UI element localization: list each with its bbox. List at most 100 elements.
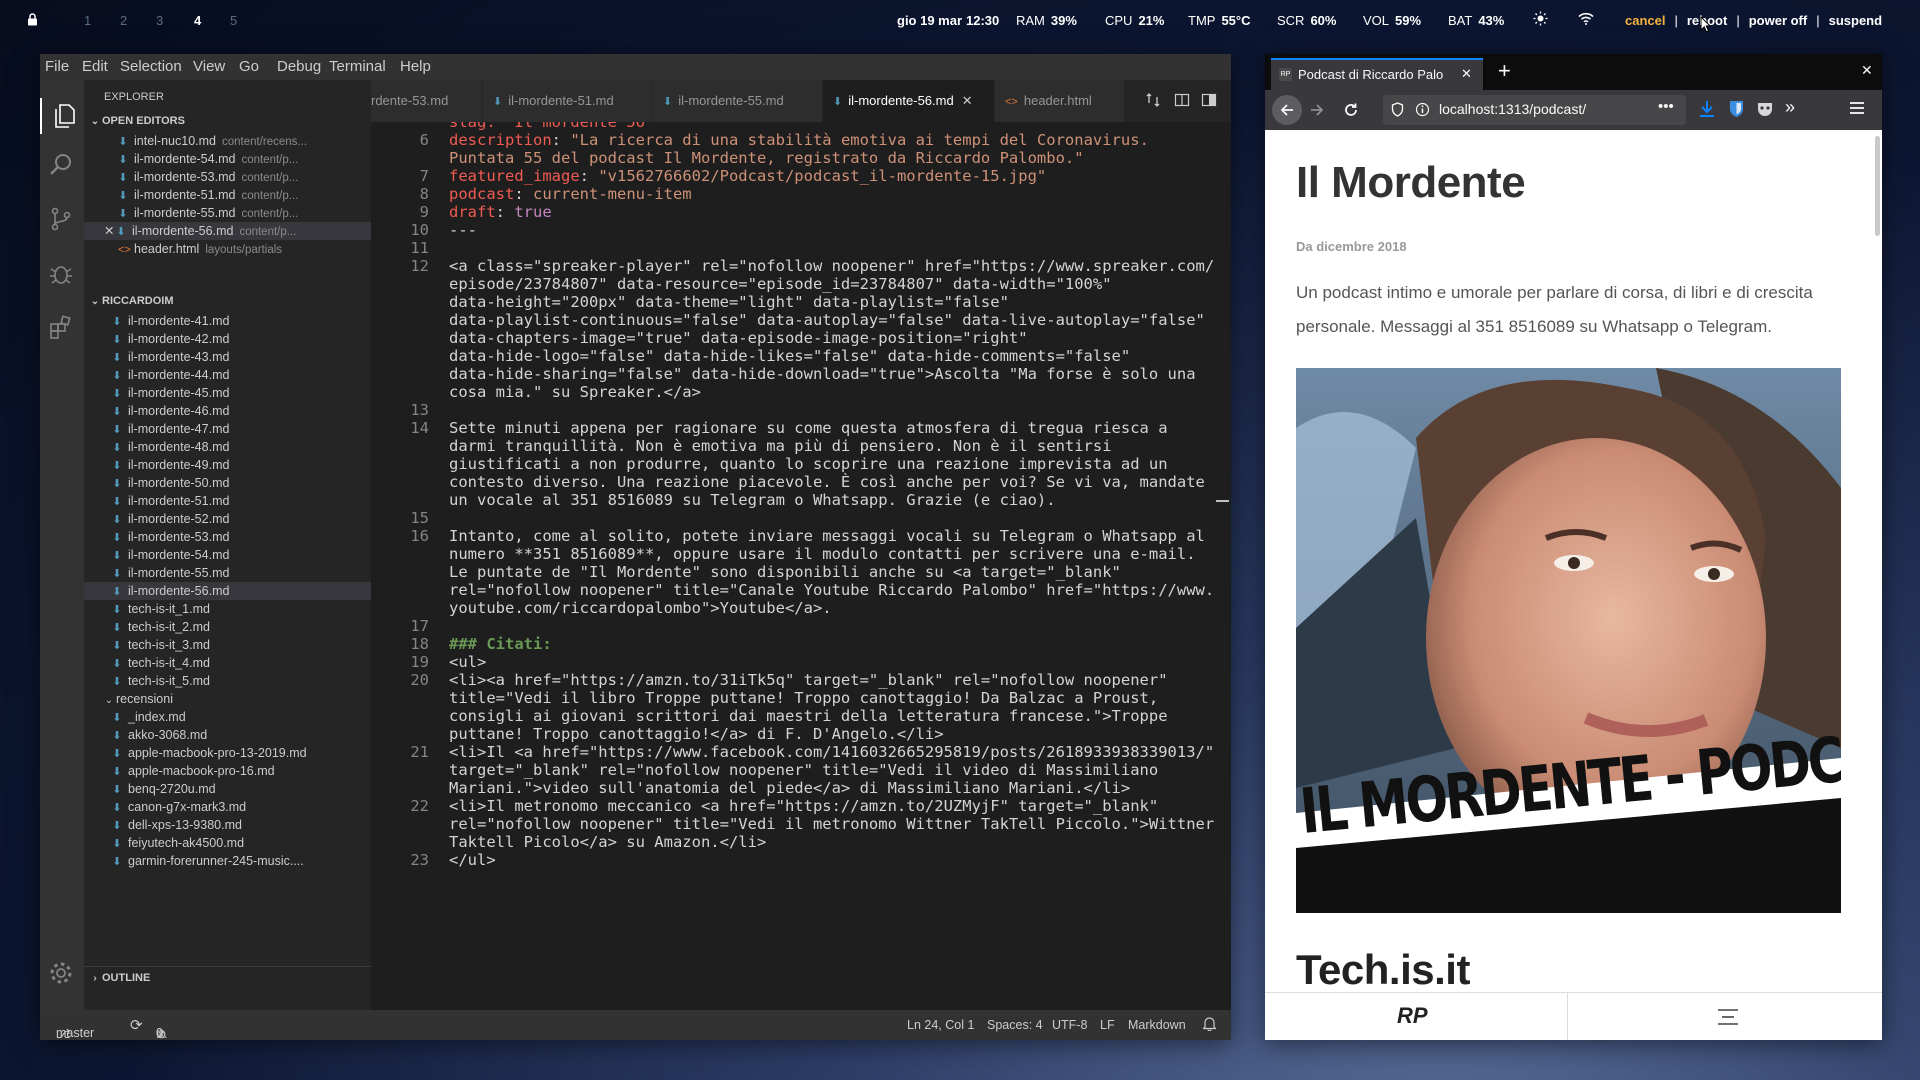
back-button[interactable] <box>1272 95 1302 125</box>
explorer-icon[interactable] <box>40 98 84 134</box>
podcast-cover-image[interactable]: IL MORDENTE - PODCAST <box>1296 368 1841 913</box>
open-editor-item[interactable]: ⬇ il-mordente-53.md content/p... <box>84 168 371 186</box>
file-tree-item[interactable]: ⬇ il-mordente-49.md <box>84 456 371 474</box>
open-editor-item[interactable]: ⬇ il-mordente-51.md content/p... <box>84 186 371 204</box>
file-tree-item[interactable]: ⬇ il-mordente-54.md <box>84 546 371 564</box>
open-editor-item[interactable]: ⬇ intel-nuc10.md content/recens... <box>84 132 371 150</box>
file-tree-item[interactable]: ⬇ tech-is-it_1.md <box>84 600 371 618</box>
tab-il-mordente-55[interactable]: ⬇ il-mordente-55.md <box>653 80 823 122</box>
wifi-icon[interactable] <box>1578 12 1594 28</box>
code-editor[interactable]: stag: "Il mordente 56" 6 description: "L… <box>371 122 1231 1010</box>
close-icon[interactable]: ✕ <box>104 222 116 240</box>
file-tree-item[interactable]: ⬇ il-mordente-52.md <box>84 510 371 528</box>
extension-mask-icon[interactable] <box>1756 100 1774 123</box>
scroll-position-marker[interactable] <box>1216 500 1229 502</box>
menu-icon[interactable] <box>1717 1008 1739 1031</box>
page-scrollbar[interactable] <box>1875 136 1880 236</box>
file-tree-item[interactable]: ⬇ il-mordente-50.md <box>84 474 371 492</box>
open-preview-icon[interactable] <box>1174 92 1190 113</box>
file-tree-item[interactable]: ⬇ tech-is-it_3.md <box>84 636 371 654</box>
open-editor-item[interactable]: <> header.html layouts/partials <box>84 240 371 258</box>
lock-icon[interactable] <box>27 13 38 29</box>
outline-header[interactable]: › OUTLINE <box>84 966 371 988</box>
shield-icon[interactable] <box>1391 102 1404 120</box>
indentation[interactable]: Spaces: 4 <box>987 1018 1043 1032</box>
file-tree-item[interactable]: ⬇ il-mordente-46.md <box>84 402 371 420</box>
file-tree-item[interactable]: ⬇ akko-3068.md <box>84 726 371 744</box>
tab-il-mordente-51[interactable]: ⬇ il-mordente-51.md <box>483 80 653 122</box>
folder-recensioni[interactable]: ⌄ recensioni <box>84 690 371 708</box>
open-changes-icon[interactable] <box>1145 92 1161 113</box>
split-editor-icon[interactable] <box>1201 92 1217 113</box>
menu-view[interactable]: View <box>193 58 225 75</box>
file-tree-item[interactable]: ⬇ apple-macbook-pro-13-2019.md <box>84 744 371 762</box>
workspace-1[interactable]: 1 <box>84 13 91 28</box>
file-tree-item[interactable]: ⬇ canon-g7x-mark3.md <box>84 798 371 816</box>
file-tree-item[interactable]: ⬇ _index.md <box>84 708 371 726</box>
debug-icon[interactable] <box>48 260 76 288</box>
extensions-icon[interactable] <box>48 314 76 342</box>
file-tree-item[interactable]: ⬇ il-mordente-44.md <box>84 366 371 384</box>
encoding[interactable]: UTF-8 <box>1052 1018 1087 1032</box>
end-of-line[interactable]: LF <box>1100 1018 1115 1032</box>
menu-file[interactable]: File <box>45 58 69 75</box>
hamburger-menu-icon[interactable] <box>1849 101 1865 120</box>
file-tree-item[interactable]: ⬇ il-mordente-43.md <box>84 348 371 366</box>
info-icon[interactable] <box>1415 102 1430 120</box>
menu-debug[interactable]: Debug <box>277 58 321 75</box>
file-tree-item[interactable]: ⬇ il-mordente-47.md <box>84 420 371 438</box>
download-icon[interactable] <box>1699 100 1715 123</box>
workspace-4[interactable]: 4 <box>194 13 201 28</box>
file-tree-item[interactable]: ⬇ il-mordente-45.md <box>84 384 371 402</box>
file-tree-item[interactable]: ⬇ apple-macbook-pro-16.md <box>84 762 371 780</box>
menu-selection[interactable]: Selection <box>120 58 182 75</box>
forward-button[interactable] <box>1309 102 1325 123</box>
file-tree-item[interactable]: ⬇ tech-is-it_4.md <box>84 654 371 672</box>
file-tree-item[interactable]: ⬇ il-mordente-42.md <box>84 330 371 348</box>
close-window-icon[interactable]: ✕ <box>1861 62 1873 79</box>
open-editors-header[interactable]: ⌄ OPEN EDITORS <box>84 110 371 132</box>
menu-help[interactable]: Help <box>400 58 431 75</box>
tab-header-html[interactable]: <> header.html <box>995 80 1125 122</box>
bitwarden-shield-icon[interactable] <box>1729 100 1744 123</box>
cursor-position[interactable]: Ln 24, Col 1 <box>907 1018 974 1032</box>
menu-edit[interactable]: Edit <box>82 58 108 75</box>
file-tree-item[interactable]: ⬇ il-mordente-56.md <box>84 582 371 600</box>
file-tree-item[interactable]: ⬇ il-mordente-51.md <box>84 492 371 510</box>
menu-terminal[interactable]: Terminal <box>329 58 386 75</box>
file-tree-item[interactable]: ⬇ benq-2720u.md <box>84 780 371 798</box>
workspace-3[interactable]: 3 <box>156 13 163 28</box>
sync-icon[interactable]: ⟳ <box>130 1016 143 1034</box>
workspace-5[interactable]: 5 <box>230 13 237 28</box>
file-tree-item[interactable]: ⬇ tech-is-it_2.md <box>84 618 371 636</box>
page-actions-icon[interactable]: ••• <box>1658 98 1674 115</box>
cancel-button[interactable]: cancel <box>1625 13 1665 28</box>
site-logo[interactable]: RP <box>1397 1003 1428 1029</box>
file-tree-item[interactable]: ⬇ dell-xps-13-9380.md <box>84 816 371 834</box>
file-tree-item[interactable]: ⬇ il-mordente-53.md <box>84 528 371 546</box>
settings-gear-icon[interactable] <box>48 960 76 988</box>
open-editor-item[interactable]: ⬇ il-mordente-55.md content/p... <box>84 204 371 222</box>
notifications-bell-icon[interactable] <box>1202 1016 1217 1034</box>
tab-il-mordente-56[interactable]: ⬇ il-mordente-56.md ✕ <box>823 80 995 122</box>
browser-tab[interactable]: RP Podcast di Riccardo Palo ✕ <box>1271 58 1483 90</box>
search-icon[interactable] <box>48 152 76 180</box>
close-tab-icon[interactable]: ✕ <box>1461 66 1472 82</box>
power-off-button[interactable]: power off <box>1749 13 1808 28</box>
workspace-2[interactable]: 2 <box>120 13 127 28</box>
language-mode[interactable]: Markdown <box>1128 1018 1186 1032</box>
file-tree-item[interactable]: ⬇ feiyutech-ak4500.md <box>84 834 371 852</box>
file-tree-item[interactable]: ⬇ garmin-forerunner-245-music.... <box>84 852 371 870</box>
open-editor-item[interactable]: ✕ ⬇ il-mordente-56.md content/p... <box>84 222 371 240</box>
suspend-button[interactable]: suspend <box>1829 13 1882 28</box>
source-control-icon[interactable] <box>48 206 76 234</box>
url-bar[interactable]: localhost:1313/podcast/ ••• <box>1383 95 1686 125</box>
close-tab-icon[interactable]: ✕ <box>962 93 973 108</box>
file-tree-item[interactable]: ⬇ il-mordente-41.md <box>84 312 371 330</box>
overflow-chevron-icon[interactable]: » <box>1785 97 1795 118</box>
open-editor-item[interactable]: ⬇ il-mordente-54.md content/p... <box>84 150 371 168</box>
menu-go[interactable]: Go <box>239 58 259 75</box>
file-tree-item[interactable]: ⬇ tech-is-it_5.md <box>84 672 371 690</box>
folder-header[interactable]: ⌄ RICCARDOIM <box>84 290 371 312</box>
new-tab-icon[interactable]: + <box>1498 58 1511 84</box>
